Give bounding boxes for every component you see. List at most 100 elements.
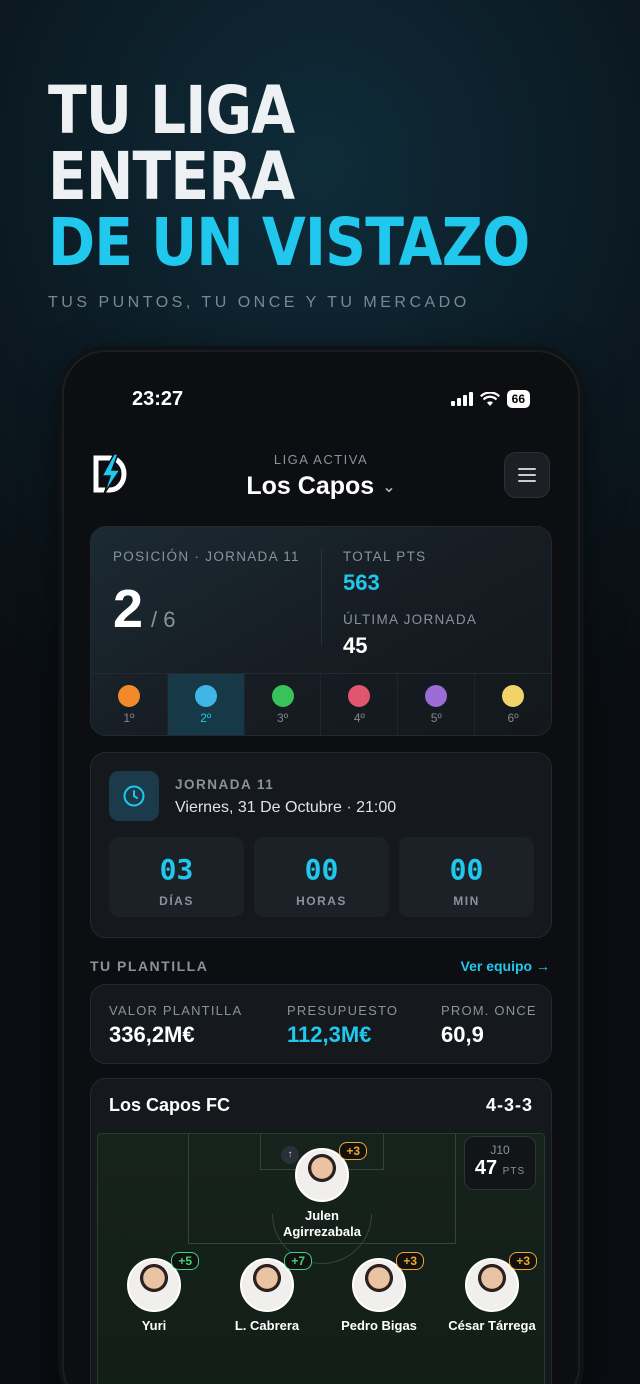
round-label: J10 <box>490 1143 510 1157</box>
team-avatar-icon <box>271 684 294 707</box>
player-last-name: Agirrezabala <box>282 1224 362 1239</box>
menu-button[interactable] <box>504 452 550 498</box>
standing-item[interactable]: 3º <box>245 674 322 735</box>
round-points-value: 47 <box>474 1157 498 1179</box>
battery-icon: 66 <box>506 390 530 408</box>
league-selector[interactable]: Los Capos ⌄ <box>64 472 578 501</box>
player-name: César Tárrega <box>448 1318 536 1333</box>
wifi-icon <box>479 391 500 406</box>
position-card: POSICIÓN · JORNADA 11 2 / 6 TOTAL PTS 563… <box>90 526 552 736</box>
avatar: +7 <box>240 1252 312 1312</box>
points-badge: +5 <box>171 1252 199 1270</box>
standing-item[interactable]: 2º <box>167 674 245 735</box>
clock-icon <box>109 771 159 821</box>
hero: TU LIGA ENTERA DE UN VISTAZO TUS PUNTOS,… <box>48 78 640 312</box>
standing-item[interactable]: 6º <box>475 674 551 735</box>
hero-subtitle: TUS PUNTOS, TU ONCE Y TU MERCADO <box>48 294 470 311</box>
avatar: ↑ +3 <box>281 1142 367 1202</box>
total-points-caption: TOTAL PTS <box>343 549 427 564</box>
budget: PRESUPUESTO 112,3M€ <box>287 1003 398 1048</box>
phone-frame: 23:27 66 LIGA ACTIVA Los Capos ⌄ POSICIÓ… <box>62 350 580 1384</box>
eleven-average-label: PROM. ONCE <box>441 1003 537 1018</box>
player-first-name: Julen <box>305 1208 339 1223</box>
squad-value-amount: 336,2M€ <box>109 1022 195 1047</box>
player-defender[interactable]: +7 L. Cabrera <box>212 1252 322 1334</box>
countdown-hours-label: HORAS <box>296 894 347 908</box>
squad-stats-card: VALOR PLANTILLA 336,2M€ PRESUPUESTO 112,… <box>90 984 552 1064</box>
countdown-days-value: 03 <box>159 853 194 886</box>
budget-amount: 112,3M€ <box>287 1022 372 1047</box>
countdown-hours: 00 HORAS <box>254 837 389 917</box>
countdown-hours-value: 00 <box>304 853 339 886</box>
standing-label: 6º <box>507 710 519 725</box>
status-time: 23:27 <box>132 388 184 410</box>
total-points-value: 563 <box>343 570 380 595</box>
countdown-minutes-value: 00 <box>449 853 484 886</box>
next-match-card[interactable]: JORNADA 11 Viernes, 31 De Octubre · 21:0… <box>90 752 552 938</box>
divider <box>321 549 322 645</box>
player-name: Julen Agirrezabala <box>267 1208 377 1240</box>
countdown-days: 03 DÍAS <box>109 837 244 917</box>
hero-title-line2: DE UN VISTAZO <box>48 204 530 281</box>
standing-item[interactable]: 4º <box>321 674 399 735</box>
standings-strip: 1º 2º 3º 4º 5º 6º <box>91 673 551 735</box>
standing-item[interactable]: 5º <box>398 674 476 735</box>
view-team-link[interactable]: Ver equipo → <box>461 958 550 974</box>
team-avatar-icon <box>425 684 448 707</box>
avatar: +5 <box>127 1252 199 1312</box>
player-name: Yuri <box>141 1318 167 1333</box>
standing-item[interactable]: 1º <box>91 674 168 735</box>
points-badge: +7 <box>284 1252 312 1270</box>
points-badge: +3 <box>339 1142 367 1160</box>
position-value: 2 / 6 <box>113 578 300 640</box>
team-avatar-icon <box>117 684 140 707</box>
last-round-caption: ÚLTIMA JORNADA <box>343 612 478 627</box>
arrow-up-icon: ↑ <box>281 1146 299 1164</box>
team-avatar-icon <box>502 684 525 707</box>
league-name: Los Capos <box>246 472 375 500</box>
budget-label: PRESUPUESTO <box>287 1003 399 1018</box>
standing-label: 5º <box>430 710 442 725</box>
team-name: Los Capos FC <box>109 1095 231 1115</box>
pitch: J10 47 PTS ↑ +3 Julen Agirrezabala +5 Yur… <box>97 1133 545 1384</box>
points-badge: +3 <box>509 1252 537 1270</box>
player-goalkeeper[interactable]: ↑ +3 Julen Agirrezabala <box>267 1142 377 1240</box>
round-points: 47 PTS <box>465 1157 535 1180</box>
player-defender[interactable]: +3 César Tárrega <box>437 1252 547 1334</box>
player-defender[interactable]: +3 Pedro Bigas <box>324 1252 434 1334</box>
avatar: +3 <box>465 1252 537 1312</box>
signal-icon <box>450 392 473 406</box>
status-bar: 23:27 66 <box>64 388 578 412</box>
top-bar: LIGA ACTIVA Los Capos ⌄ <box>64 448 578 508</box>
position-total: / 6 <box>151 607 176 632</box>
squad-value: VALOR PLANTILLA 336,2M€ <box>109 1003 242 1048</box>
squad-section-title: TU PLANTILLA <box>90 958 209 974</box>
eleven-average-amount: 60,9 <box>441 1022 484 1047</box>
team-avatar-icon <box>194 684 217 707</box>
hero-title-line1: TU LIGA ENTERA <box>48 72 295 215</box>
countdown-minutes: 00 MIN <box>399 837 534 917</box>
match-date: Viernes, 31 De Octubre · 21:00 <box>175 799 397 816</box>
countdown: 03 DÍAS 00 HORAS 00 MIN <box>109 837 534 917</box>
team-avatar-icon <box>348 684 371 707</box>
points-badge: +3 <box>396 1252 424 1270</box>
squad-value-label: VALOR PLANTILLA <box>109 1003 243 1018</box>
eleven-average: PROM. ONCE 60,9 <box>441 1003 537 1048</box>
chevron-down-icon: ⌄ <box>382 479 396 497</box>
round-points-unit: PTS <box>502 1166 526 1177</box>
position-number: 2 <box>113 579 144 639</box>
team-card[interactable]: Los Capos FC 4-3-3 J10 47 PTS ↑ +3 Julen… <box>90 1078 552 1384</box>
last-round-value: 45 <box>343 633 368 658</box>
avatar: +3 <box>352 1252 424 1312</box>
match-round: JORNADA 11 <box>175 777 275 792</box>
formation: 4-3-3 <box>485 1095 533 1115</box>
standing-label: 1º <box>123 710 135 725</box>
countdown-days-label: DÍAS <box>159 894 194 908</box>
league-caption: LIGA ACTIVA <box>273 452 369 467</box>
player-defender[interactable]: +5 Yuri <box>99 1252 209 1334</box>
standing-label: 3º <box>277 710 289 725</box>
player-name: L. Cabrera <box>234 1318 300 1333</box>
position-caption: POSICIÓN · JORNADA 11 <box>113 549 300 564</box>
standing-label: 4º <box>353 710 365 725</box>
standing-label: 2º <box>200 710 212 725</box>
